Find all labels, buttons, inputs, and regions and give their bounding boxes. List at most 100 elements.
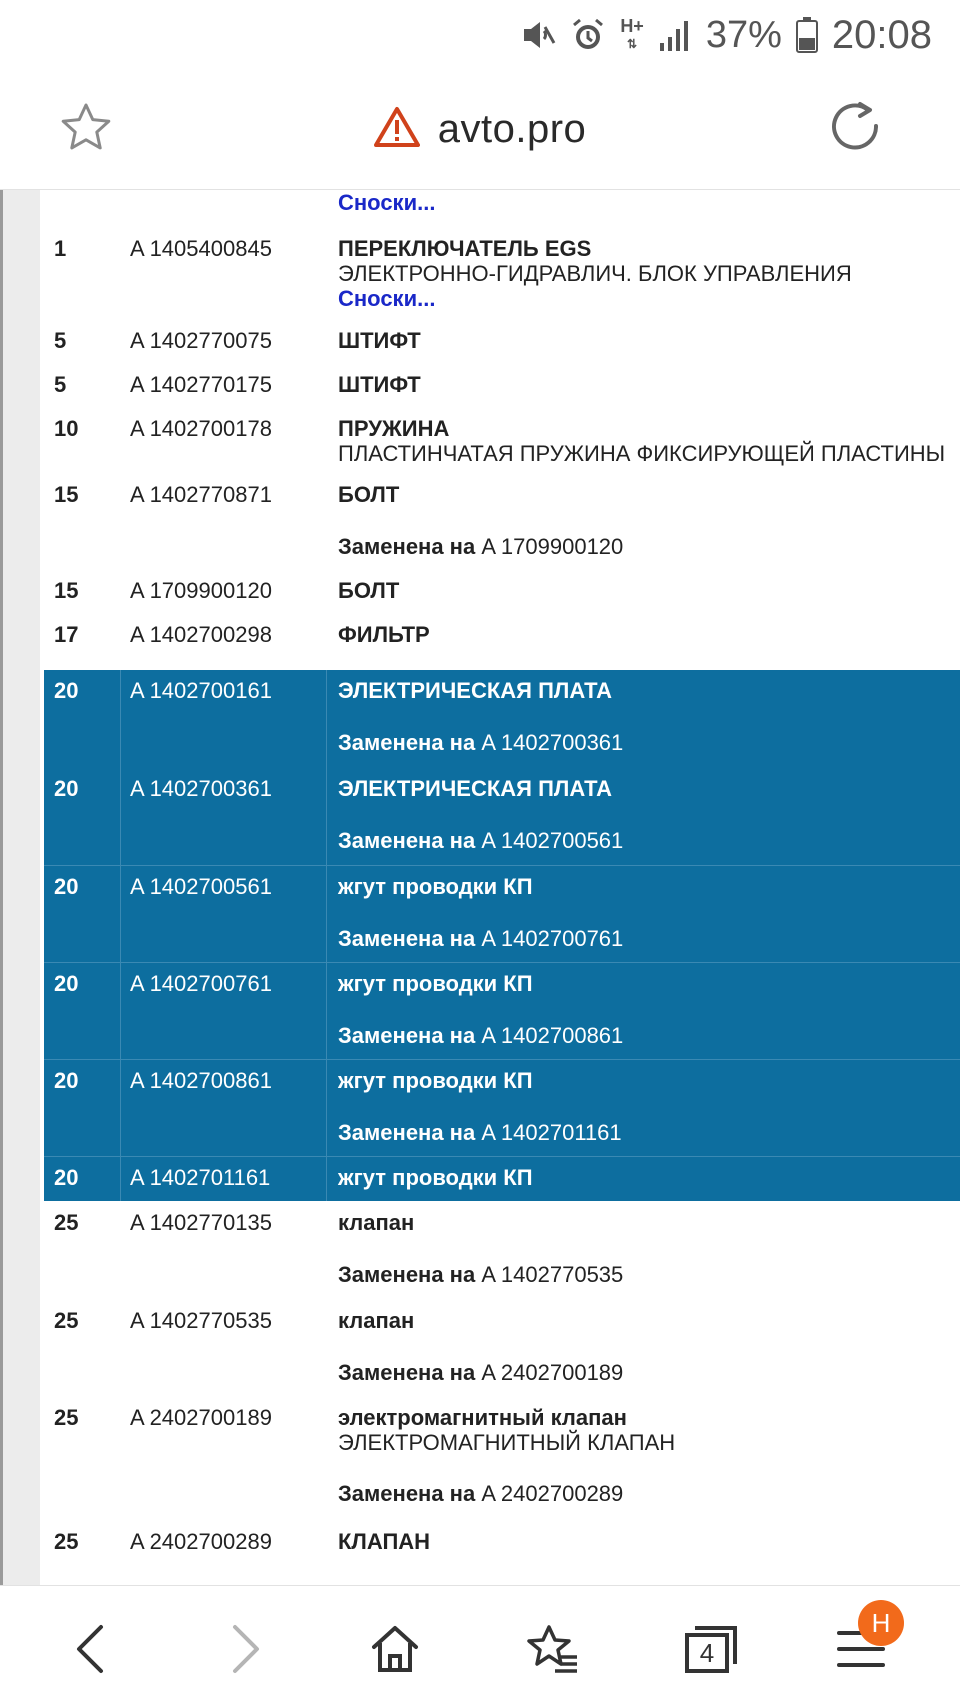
replacement-number[interactable]: A 1402701161 — [481, 1120, 621, 1145]
back-icon[interactable] — [56, 1614, 126, 1684]
table-row: Сноски... — [44, 190, 960, 220]
part-position: 25 — [54, 1308, 79, 1333]
left-rail — [0, 190, 40, 1585]
part-number[interactable]: A 1405400845 — [130, 236, 272, 262]
table-row-highlighted[interactable]: 20 A 1402700361 ЭЛЕКТРИЧЕСКАЯ ПЛАТА Заме… — [44, 768, 960, 865]
part-position: 20 — [54, 971, 79, 996]
table-row-highlighted[interactable]: 20 A 1402700861 жгут проводки КП Заменен… — [44, 1059, 960, 1157]
clock: 20:08 — [831, 12, 932, 57]
table-row: 10 A 1402700178 ПРУЖИНА ПЛАСТИНЧАТАЯ ПРУ… — [44, 406, 960, 476]
part-position: 20 — [54, 678, 79, 703]
part-number[interactable]: A 1402770075 — [130, 328, 272, 354]
reload-icon[interactable] — [826, 98, 886, 158]
part-name: жгут проводки КП — [338, 971, 533, 996]
replacement-note: Заменена на A 1402700561 — [338, 828, 624, 853]
table-row-highlighted[interactable]: 20 A 1402700161 ЭЛЕКТРИЧЕСКАЯ ПЛАТА Заме… — [44, 670, 960, 768]
table-row: 5 A 1402770075 ШТИФТ — [44, 318, 960, 362]
part-number[interactable]: A 1402770175 — [130, 372, 272, 398]
part-name: ФИЛЬТР — [338, 622, 430, 647]
part-number[interactable]: A 1402700761 — [130, 971, 272, 997]
table-row-highlighted[interactable]: 20 A 1402700561 жгут проводки КП Заменен… — [44, 865, 960, 963]
replacement-number[interactable]: A 2402700289 — [481, 1481, 623, 1506]
tab-count: 4 — [700, 1638, 714, 1668]
part-number[interactable]: A 1402770535 — [130, 1308, 272, 1334]
part-position: 25 — [54, 1529, 79, 1554]
part-number[interactable]: A 1402700178 — [130, 416, 272, 442]
part-name: электромагнитный клапан — [338, 1405, 627, 1430]
part-name: ПЕРЕКЛЮЧАТЕЛЬ EGS — [338, 236, 592, 261]
warning-icon — [373, 106, 420, 153]
part-number[interactable]: A 1402701161 — [130, 1165, 270, 1191]
star-icon[interactable] — [58, 100, 114, 156]
part-position: 20 — [54, 1165, 79, 1190]
footnotes-link[interactable]: Сноски... — [338, 286, 435, 312]
part-number[interactable]: A 1402700161 — [130, 678, 272, 704]
part-number[interactable]: A 1402700361 — [130, 776, 272, 802]
part-number[interactable]: A 1402700561 — [130, 874, 272, 900]
footnotes-link[interactable]: Сноски... — [338, 190, 435, 216]
part-position: 15 — [54, 578, 79, 603]
part-position: 25 — [54, 1210, 79, 1235]
replacement-note: Заменена на A 2402700289 — [338, 1481, 624, 1506]
part-name: жгут проводки КП — [338, 1068, 533, 1093]
part-name: КЛАПАН — [338, 1529, 431, 1554]
battery-icon — [795, 17, 818, 53]
replacement-number[interactable]: A 1402700761 — [481, 926, 623, 951]
table-row: 1 A 1405400845 ПЕРЕКЛЮЧАТЕЛЬ EGS ЭЛЕКТРО… — [44, 220, 960, 318]
part-name: БОЛТ — [338, 482, 400, 507]
table-row: 15 A 1402770871 БОЛТ Заменена на A 17099… — [44, 476, 960, 572]
notification-badge[interactable]: Н — [858, 1600, 904, 1646]
part-number[interactable]: A 1709900120 — [130, 578, 272, 604]
table-row: 25 A 2402700289 КЛАПАН — [44, 1519, 960, 1579]
bookmarks-icon[interactable] — [518, 1614, 588, 1684]
replacement-number[interactable]: A 1402700361 — [481, 730, 623, 755]
table-row: 25 A 1402770135 клапан Заменена на A 140… — [44, 1200, 960, 1298]
part-description: ЭЛЕКТРОМАГНИТНЫЙ КЛАПАН — [338, 1430, 676, 1455]
part-position: 5 — [54, 372, 67, 397]
network-type-label: H+ ⇅ — [620, 16, 644, 51]
replacement-note: Заменена на A 1402700361 — [338, 730, 624, 755]
table-row: 25 A 2402700189 электромагнитный клапан … — [44, 1395, 960, 1519]
forward-icon[interactable] — [210, 1614, 280, 1684]
table-row-highlighted[interactable]: 20 A 1402701161 жгут проводки КП — [44, 1156, 960, 1201]
part-position: 10 — [54, 416, 79, 441]
tabs-icon[interactable]: 4 — [676, 1614, 746, 1684]
part-position: 15 — [54, 482, 79, 507]
url-field[interactable]: avto.pro — [373, 106, 587, 153]
part-number[interactable]: A 2402700189 — [130, 1405, 272, 1431]
replacement-note: Заменена на A 2402700189 — [338, 1360, 624, 1385]
part-name: ШТИФТ — [338, 328, 421, 353]
replacement-number[interactable]: A 1402770535 — [481, 1262, 623, 1287]
mute-icon — [520, 17, 556, 53]
part-number[interactable]: A 2402700289 — [130, 1529, 272, 1555]
part-description: ПЛАСТИНЧАТАЯ ПРУЖИНА ФИКСИРУЮЩЕЙ ПЛАСТИН… — [338, 441, 946, 466]
table-row: 25 A 1402770535 клапан Заменена на A 240… — [44, 1298, 960, 1395]
signal-icon — [658, 19, 692, 51]
table-row: 15 A 1709900120 БОЛТ — [44, 572, 960, 616]
part-name: ЭЛЕКТРИЧЕСКАЯ ПЛАТА — [338, 678, 613, 703]
replacement-number[interactable]: A 1709900120 — [481, 534, 623, 559]
table-row-highlighted[interactable]: 20 A 1402700761 жгут проводки КП Заменен… — [44, 962, 960, 1060]
part-number[interactable]: A 1402700298 — [130, 622, 272, 648]
replacement-number[interactable]: A 2402700189 — [481, 1360, 623, 1385]
part-name: ШТИФТ — [338, 372, 421, 397]
part-position: 20 — [54, 1068, 79, 1093]
url-text: avto.pro — [437, 107, 587, 151]
replacement-note: Заменена на A 1709900120 — [338, 534, 624, 559]
part-name: клапан — [338, 1308, 415, 1333]
part-name: жгут проводки КП — [338, 874, 533, 899]
part-position: 5 — [54, 328, 67, 353]
part-number[interactable]: A 1402770135 — [130, 1210, 272, 1236]
table-row: 5 A 1402770175 ШТИФТ — [44, 362, 960, 406]
replacement-number[interactable]: A 1402700561 — [481, 828, 623, 853]
part-position: 20 — [54, 874, 79, 899]
alarm-icon — [570, 17, 606, 53]
replacement-note: Заменена на A 1402700761 — [338, 926, 624, 951]
home-icon[interactable] — [360, 1614, 430, 1684]
replacement-number[interactable]: A 1402700861 — [481, 1023, 623, 1048]
address-bar: avto.pro — [0, 70, 960, 190]
part-description: ЭЛЕКТРОННО-ГИДРАВЛИЧ. БЛОК УПРАВЛЕНИЯ — [338, 261, 852, 286]
part-number[interactable]: A 1402700861 — [130, 1068, 272, 1094]
part-name: жгут проводки КП — [338, 1165, 533, 1190]
part-number[interactable]: A 1402770871 — [130, 482, 272, 508]
